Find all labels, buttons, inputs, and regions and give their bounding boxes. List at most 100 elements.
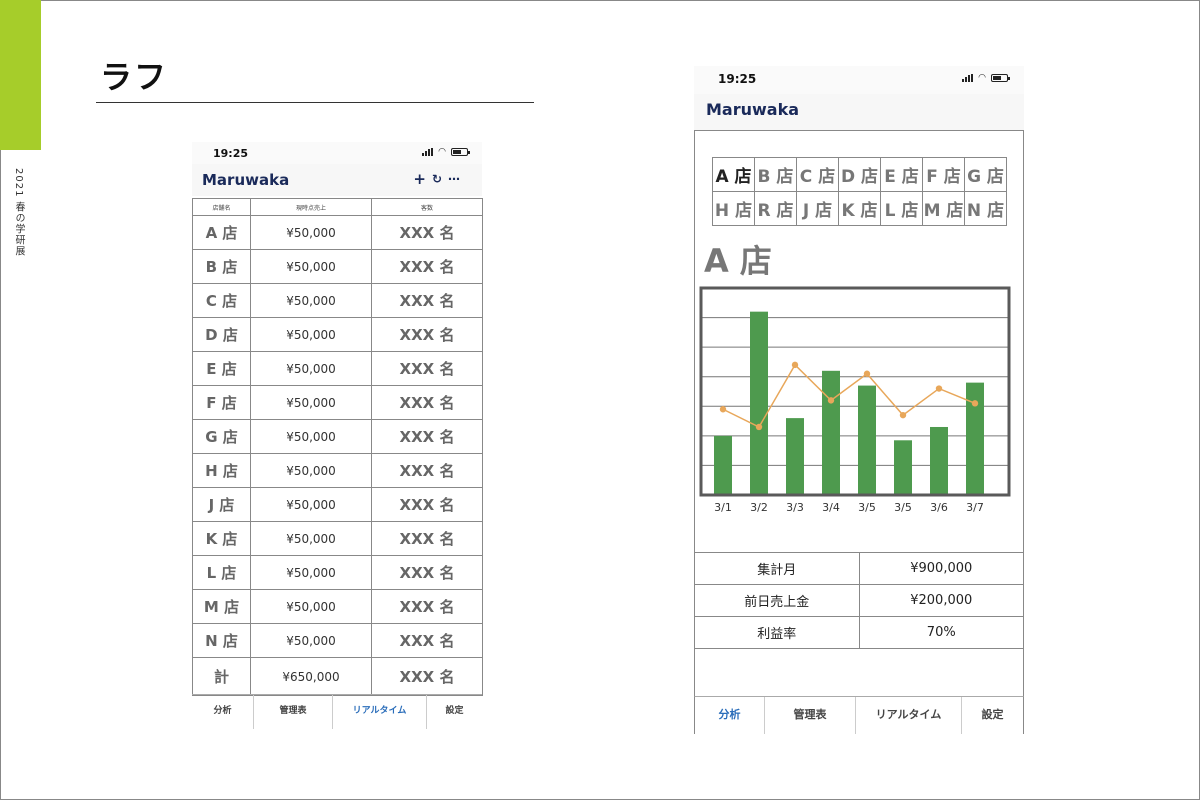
table-row[interactable]: C 店 ¥50,000 XXX 名 — [192, 283, 483, 318]
nav-bar: Maruwaka + ↻ ⋯ — [192, 164, 482, 196]
store-selector: A 店B 店C 店D 店E 店F 店G 店 H 店R 店J 店K 店L 店M 店… — [712, 157, 1007, 226]
header-sales: 現時点売上 — [250, 198, 372, 216]
sales-chart: 3/1 3/2 3/3 3/4 3/5 3/5 3/6 3/7 — [699, 286, 1011, 514]
more-icon[interactable]: ⋯ — [448, 172, 460, 186]
add-icon[interactable]: + — [413, 170, 426, 188]
bar — [750, 311, 768, 495]
tab-bar: 分析 管理表 リアルタイム 設定 — [694, 696, 1024, 734]
store-name: B 店 — [192, 249, 251, 284]
store-selector-item[interactable]: E 店 — [880, 157, 923, 192]
store-customers: XXX 名 — [371, 283, 483, 318]
store-customers: XXX 名 — [371, 589, 483, 624]
summary-label: 利益率 — [694, 616, 860, 649]
tab-realtime[interactable]: リアルタイム — [856, 697, 962, 734]
store-selector-item[interactable]: B 店 — [754, 157, 797, 192]
page-title: ラフ — [100, 58, 169, 96]
store-sales: ¥50,000 — [250, 215, 372, 250]
table-row[interactable]: G 店 ¥50,000 XXX 名 — [192, 419, 483, 454]
wifi-icon: ◠ — [978, 73, 986, 83]
store-sales: ¥50,000 — [250, 623, 372, 658]
app-brand: Maruwaka — [202, 171, 290, 189]
store-selector-item[interactable]: D 店 — [838, 157, 881, 192]
table-row[interactable]: D 店 ¥50,000 XXX 名 — [192, 317, 483, 352]
store-sales: ¥50,000 — [250, 487, 372, 522]
store-name: A 店 — [192, 215, 251, 250]
store-customers: XXX 名 — [371, 215, 483, 250]
x-tick-label: 3/1 — [714, 501, 732, 514]
store-name: D 店 — [192, 317, 251, 352]
store-selector-item[interactable]: J 店 — [796, 191, 839, 226]
store-customers: XXX 名 — [371, 419, 483, 454]
store-selector-item[interactable]: F 店 — [922, 157, 965, 192]
tab-analysis[interactable]: 分析 — [192, 695, 254, 729]
bar — [966, 382, 984, 495]
summary-row: 前日売上金 ¥200,000 — [694, 584, 1024, 617]
tab-management[interactable]: 管理表 — [254, 695, 333, 729]
store-name: K 店 — [192, 521, 251, 556]
store-selector-row: A 店B 店C 店D 店E 店F 店G 店 — [712, 157, 1007, 192]
store-name: N 店 — [192, 623, 251, 658]
table-row[interactable]: H 店 ¥50,000 XXX 名 — [192, 453, 483, 488]
store-selector-item[interactable]: N 店 — [964, 191, 1007, 226]
store-selector-item[interactable]: G 店 — [964, 157, 1007, 192]
table-row[interactable]: A 店 ¥50,000 XXX 名 — [192, 215, 483, 250]
store-selector-item[interactable]: R 店 — [754, 191, 797, 226]
store-customers: XXX 名 — [371, 317, 483, 352]
refresh-icon[interactable]: ↻ — [432, 172, 442, 186]
bar — [930, 426, 948, 495]
x-tick-label: 3/2 — [750, 501, 768, 514]
store-name: M 店 — [192, 589, 251, 624]
store-selector-row: H 店R 店J 店K 店L 店M 店N 店 — [712, 191, 1007, 226]
table-row[interactable]: J 店 ¥50,000 XXX 名 — [192, 487, 483, 522]
bar — [714, 435, 732, 495]
store-selector-item[interactable]: K 店 — [838, 191, 881, 226]
summary-row: 集計月 ¥900,000 — [694, 552, 1024, 585]
status-bar: 19:25 ◠ — [192, 142, 482, 164]
battery-icon — [991, 74, 1010, 82]
table-row[interactable]: N 店 ¥50,000 XXX 名 — [192, 623, 483, 658]
phone-store-analysis: 19:25 ◠ Maruwaka A 店B 店C 店D 店E 店F 店G 店 H… — [694, 66, 1024, 734]
nav-bar: Maruwaka — [694, 94, 1024, 130]
tab-realtime[interactable]: リアルタイム — [333, 695, 427, 729]
store-name: L 店 — [192, 555, 251, 590]
bar — [894, 440, 912, 495]
tab-settings[interactable]: 設定 — [427, 695, 482, 729]
tab-management[interactable]: 管理表 — [765, 697, 856, 734]
store-name: E 店 — [192, 351, 251, 386]
store-selector-item[interactable]: C 店 — [796, 157, 839, 192]
store-name: H 店 — [192, 453, 251, 488]
store-sales: ¥50,000 — [250, 351, 372, 386]
store-name: F 店 — [192, 385, 251, 420]
table-row[interactable]: E 店 ¥50,000 XXX 名 — [192, 351, 483, 386]
store-selector-item[interactable]: H 店 — [712, 191, 755, 226]
line-point — [827, 397, 835, 404]
table-row[interactable]: K 店 ¥50,000 XXX 名 — [192, 521, 483, 556]
summary-value: ¥900,000 — [858, 552, 1024, 585]
line-point — [863, 370, 871, 377]
total-sales: ¥650,000 — [250, 657, 372, 696]
phone-realtime-list: 19:25 ◠ Maruwaka + ↻ ⋯ 店舗名 現時点売上 客数 A 店 ¥… — [192, 142, 483, 729]
store-selector-item[interactable]: L 店 — [880, 191, 923, 226]
x-tick-label: 3/5 — [858, 501, 876, 514]
table-row[interactable]: F 店 ¥50,000 XXX 名 — [192, 385, 483, 420]
tab-settings[interactable]: 設定 — [962, 697, 1023, 734]
store-selector-item[interactable]: A 店 — [712, 157, 755, 192]
table-row[interactable]: B 店 ¥50,000 XXX 名 — [192, 249, 483, 284]
store-sales: ¥50,000 — [250, 521, 372, 556]
bar — [786, 418, 804, 495]
table-row[interactable]: M 店 ¥50,000 XXX 名 — [192, 589, 483, 624]
tab-analysis[interactable]: 分析 — [695, 697, 765, 734]
x-tick-label: 3/5 — [894, 501, 912, 514]
store-customers: XXX 名 — [371, 521, 483, 556]
store-customers: XXX 名 — [371, 555, 483, 590]
store-selector-item[interactable]: M 店 — [922, 191, 965, 226]
summary-value: ¥200,000 — [858, 584, 1024, 617]
store-sales: ¥50,000 — [250, 555, 372, 590]
table-row[interactable]: L 店 ¥50,000 XXX 名 — [192, 555, 483, 590]
bar — [858, 385, 876, 495]
store-sales: ¥50,000 — [250, 419, 372, 454]
store-customers: XXX 名 — [371, 351, 483, 386]
x-tick-label: 3/4 — [822, 501, 840, 514]
wifi-icon: ◠ — [438, 147, 446, 157]
app-brand: Maruwaka — [706, 100, 800, 119]
